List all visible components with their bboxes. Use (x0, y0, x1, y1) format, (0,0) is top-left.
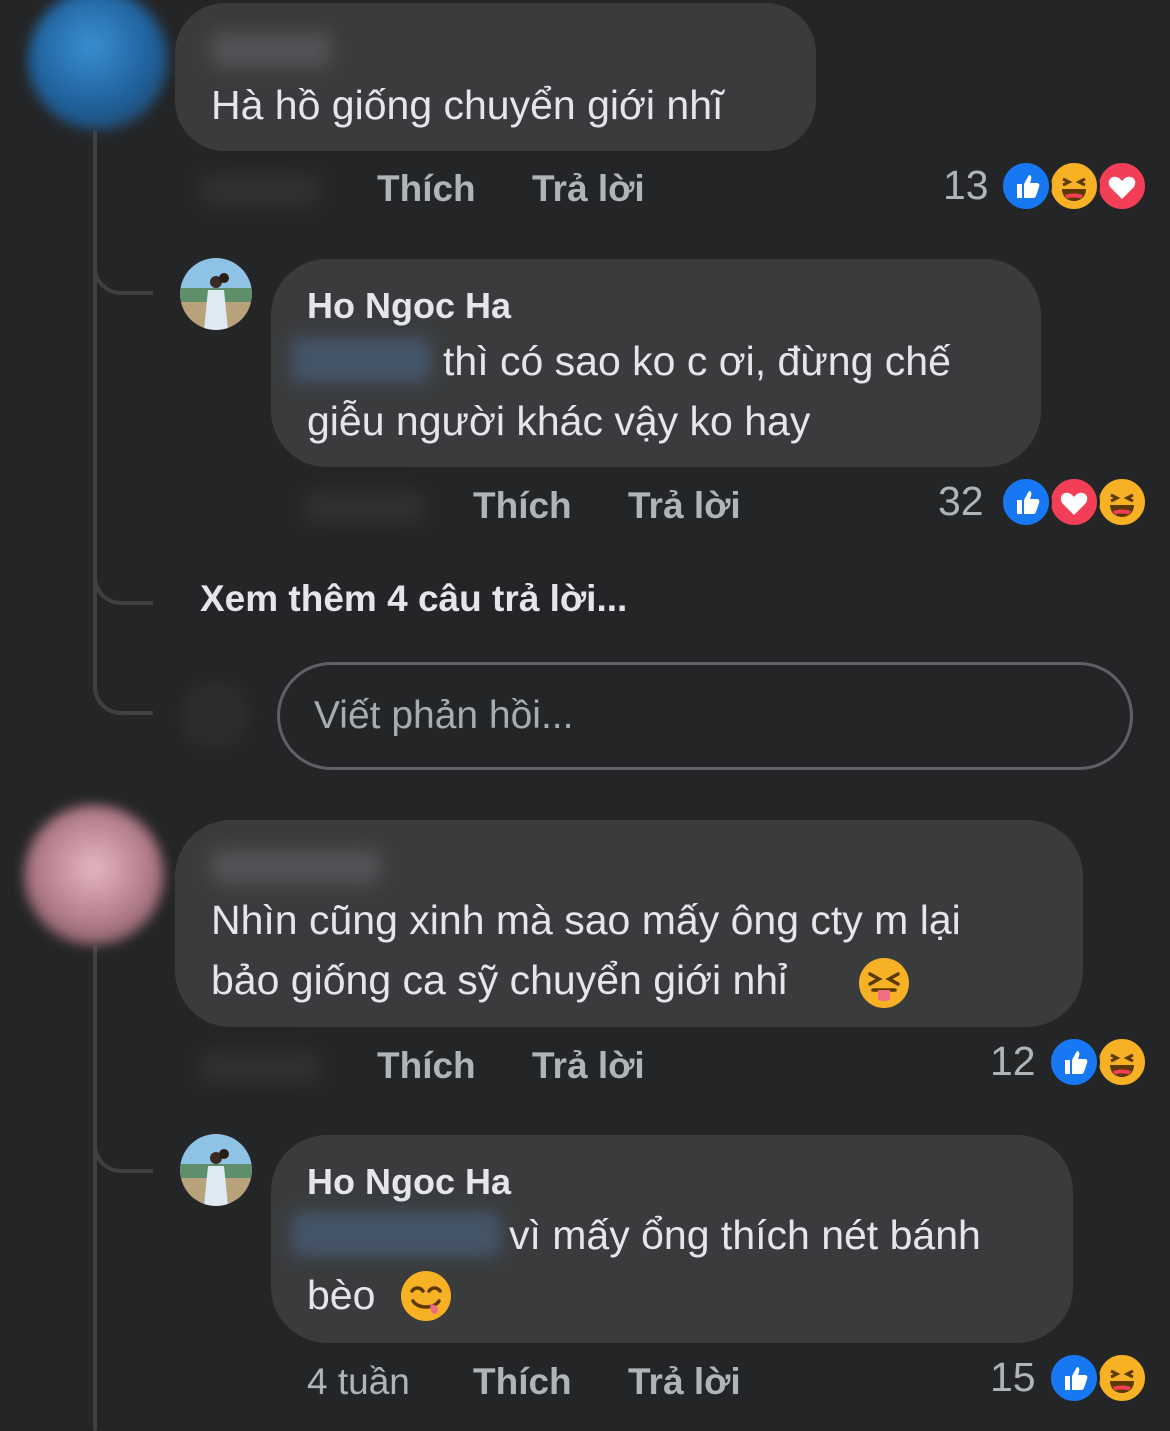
reply-input[interactable] (277, 662, 1133, 770)
comment-text-line-1: Nhìn cũng xinh mà sao mấy ông cty m lại (211, 897, 961, 943)
current-user-avatar-redacted (180, 680, 250, 750)
reply-text-line-1: thì có sao ko c ơi, đừng chế (443, 338, 951, 384)
timestamp-redacted (305, 492, 425, 522)
comment-text: Hà hồ giống chuyển giới nhĩ (211, 82, 724, 128)
avatar[interactable] (28, 0, 168, 130)
reaction-count[interactable]: 32 (938, 478, 984, 525)
reply-author-name[interactable]: Ho Ngoc Ha (307, 1161, 511, 1203)
comment-text-line-2: bảo giống ca sỹ chuyển giới nhỉ (211, 957, 788, 1003)
haha-reaction-icon (1096, 476, 1148, 528)
reaction-count[interactable]: 15 (990, 1354, 1036, 1401)
comment-text-line-2-wrap: bảo giống ca sỹ chuyển giới nhỉ (211, 950, 787, 1010)
reaction-count[interactable]: 12 (990, 1038, 1036, 1085)
reaction-count[interactable]: 13 (943, 162, 989, 209)
timestamp-redacted (200, 1052, 320, 1082)
yum-emoji (399, 1269, 453, 1323)
reply-text-line-1: vì mấy ổng thích nét bánh (509, 1212, 981, 1258)
reply-text-line-2: giễu người khác vậy ko hay (307, 398, 811, 444)
like-button[interactable]: Thích (377, 168, 476, 210)
thread-branch-view-more (93, 575, 153, 605)
reply-text-line-2: bèo (307, 1272, 376, 1318)
haha-reaction-icon (1096, 1036, 1148, 1088)
haha-reaction-icon (1096, 1352, 1148, 1404)
like-reaction-icon (1048, 1352, 1100, 1404)
like-reaction-icon (1048, 1036, 1100, 1088)
like-reaction-icon (1000, 476, 1052, 528)
reply-bubble: Ho Ngoc Ha vì mấy ổng thích nét bánh bèo (271, 1135, 1073, 1343)
reply-button[interactable]: Trả lời (628, 485, 741, 527)
commenter-name-redacted (211, 850, 381, 884)
like-button[interactable]: Thích (473, 1361, 572, 1403)
squinting-tongue-emoji (857, 956, 911, 1010)
thread-branch-reply-1 (93, 265, 153, 295)
love-reaction-icon (1048, 476, 1100, 528)
like-button[interactable]: Thích (473, 485, 572, 527)
like-reaction-icon (1000, 160, 1052, 212)
like-button[interactable]: Thích (377, 1045, 476, 1087)
thread-branch-input (93, 685, 153, 715)
comment-bubble: Nhìn cũng xinh mà sao mấy ông cty m lại … (175, 820, 1083, 1027)
reply-author-name[interactable]: Ho Ngoc Ha (307, 285, 511, 327)
timestamp-redacted (200, 175, 320, 205)
view-more-replies-link[interactable]: Xem thêm 4 câu trả lời... (200, 578, 627, 620)
commenter-name-redacted (211, 33, 331, 67)
mention-tag-redacted[interactable] (291, 1211, 501, 1257)
thread-branch-reply-2 (93, 1143, 153, 1173)
comment-bubble: Hà hồ giống chuyển giới nhĩ (175, 3, 816, 151)
love-reaction-icon (1096, 160, 1148, 212)
mention-tag-redacted[interactable] (291, 337, 431, 383)
reply-timestamp[interactable]: 4 tuần (307, 1361, 410, 1403)
thread-line-2 (93, 945, 97, 1431)
reply-bubble: Ho Ngoc Ha thì có sao ko c ơi, đừng chế … (271, 259, 1041, 467)
haha-reaction-icon (1048, 160, 1100, 212)
avatar[interactable] (24, 805, 164, 945)
thread-line-1 (93, 130, 97, 690)
avatar-ho-ngoc-ha[interactable] (180, 258, 252, 330)
avatar-ho-ngoc-ha[interactable] (180, 1134, 252, 1206)
reply-button[interactable]: Trả lời (532, 1045, 645, 1087)
reply-button[interactable]: Trả lời (532, 168, 645, 210)
reply-button[interactable]: Trả lời (628, 1361, 741, 1403)
